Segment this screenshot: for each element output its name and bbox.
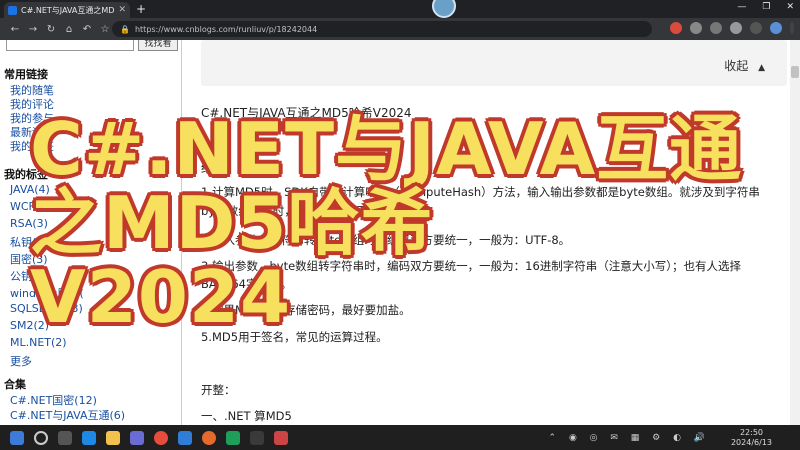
tab-close-icon[interactable]: ✕ xyxy=(118,5,126,15)
share-icon[interactable] xyxy=(710,22,722,34)
clock-time: 22:50 xyxy=(739,428,764,437)
file-explorer-icon[interactable] xyxy=(106,430,120,445)
vscode-icon[interactable] xyxy=(178,430,192,445)
lock-icon: 🔒 xyxy=(120,24,130,34)
scrollbar-thumb[interactable] xyxy=(791,66,799,78)
common-links-title: 常用链接 xyxy=(4,68,48,81)
minimize-button[interactable]: — xyxy=(737,2,746,12)
collection-link[interactable]: C#.NET国密(12) xyxy=(10,392,97,408)
webcam-overlay-icon xyxy=(432,0,456,18)
back-icon[interactable]: ← xyxy=(6,24,24,35)
window-controls: — ❐ ✕ xyxy=(737,2,794,12)
wechat-icon[interactable] xyxy=(226,430,240,445)
address-bar[interactable]: 🔒 https://www.cnblogs.com/runliuv/p/1824… xyxy=(112,21,652,37)
tab-bar: C#.NET与JAVA互通之MD5哈希 ✕ + — ❐ ✕ xyxy=(0,0,800,18)
firefox-icon[interactable] xyxy=(202,430,216,445)
edge-icon[interactable] xyxy=(82,430,96,445)
collections-title: 合集 xyxy=(4,378,26,391)
paragraph: 一、.NET 算MD5 xyxy=(201,409,292,423)
star-icon[interactable] xyxy=(730,22,742,34)
undo-icon[interactable]: ↶ xyxy=(78,24,96,35)
home-icon[interactable]: ⌂ xyxy=(60,24,78,35)
app-red-icon[interactable] xyxy=(274,430,288,445)
profile-avatar[interactable] xyxy=(770,22,782,34)
collection-link[interactable]: C#.NET与JAVA互通(6) xyxy=(10,407,125,423)
search-button[interactable]: 找找看 xyxy=(138,40,178,51)
maximize-button[interactable]: ❐ xyxy=(762,2,770,12)
headline-line: 之MD5哈希 xyxy=(30,181,434,265)
clock-date: 2024/6/13 xyxy=(730,438,772,447)
start-windows-icon[interactable] xyxy=(10,430,24,445)
page-scrollbar[interactable] xyxy=(790,40,800,425)
close-window-button[interactable]: ✕ xyxy=(786,2,794,12)
extension-icons xyxy=(670,22,794,34)
task-view-icon[interactable] xyxy=(58,430,72,445)
forward-icon[interactable]: → xyxy=(24,24,42,35)
chrome-icon[interactable] xyxy=(154,430,168,445)
collection-panel: 收起 ▲ xyxy=(201,40,787,86)
url-text: https://www.cnblogs.com/runliuv/p/182420… xyxy=(134,24,318,34)
tab-title: C#.NET与JAVA互通之MD5哈希 xyxy=(21,5,115,15)
browser-toolbar: ← → ↻ ⌂ ↶ ☆ 🔒 https://www.cnblogs.com/ru… xyxy=(0,18,800,40)
browser-tab[interactable]: C#.NET与JAVA互通之MD5哈希 ✕ xyxy=(4,2,130,18)
collapse-button[interactable]: 收起 ▲ xyxy=(724,57,765,74)
site-favicon-icon xyxy=(8,5,17,15)
app-icon[interactable] xyxy=(250,430,264,445)
collapse-arrow-icon: ▲ xyxy=(758,63,765,73)
reload-icon[interactable]: ↻ xyxy=(42,24,60,35)
search-icon[interactable] xyxy=(34,430,48,445)
collapse-label: 收起 xyxy=(724,59,749,73)
menu-kebab-icon[interactable] xyxy=(790,22,794,34)
new-tab-button[interactable]: + xyxy=(136,2,146,16)
system-tray-icons[interactable]: ⌃ ◉ ◎ ✉ ▦ ⚙ ◐ 🔊 xyxy=(549,433,710,443)
headline-line: C#.NET与JAVA互通 xyxy=(30,107,743,191)
clock[interactable]: 22:50 2024/6/13 xyxy=(731,428,772,448)
search-input[interactable] xyxy=(6,40,134,51)
translate-icon[interactable] xyxy=(690,22,702,34)
headline-line: V2024 xyxy=(30,255,292,339)
headline-overlay: C#.NET与JAVA互通 之MD5哈希 V2024 xyxy=(30,112,790,334)
sidebar-toggle-icon[interactable] xyxy=(750,22,762,34)
extension-red-icon[interactable] xyxy=(670,22,682,34)
more-tags-link[interactable]: 更多 xyxy=(10,353,32,369)
windows-taskbar: ⌃ ◉ ◎ ✉ ▦ ⚙ ◐ 🔊 22:50 2024/6/13 xyxy=(0,425,800,450)
store-icon[interactable] xyxy=(130,430,144,445)
paragraph: 开整： xyxy=(201,383,236,397)
